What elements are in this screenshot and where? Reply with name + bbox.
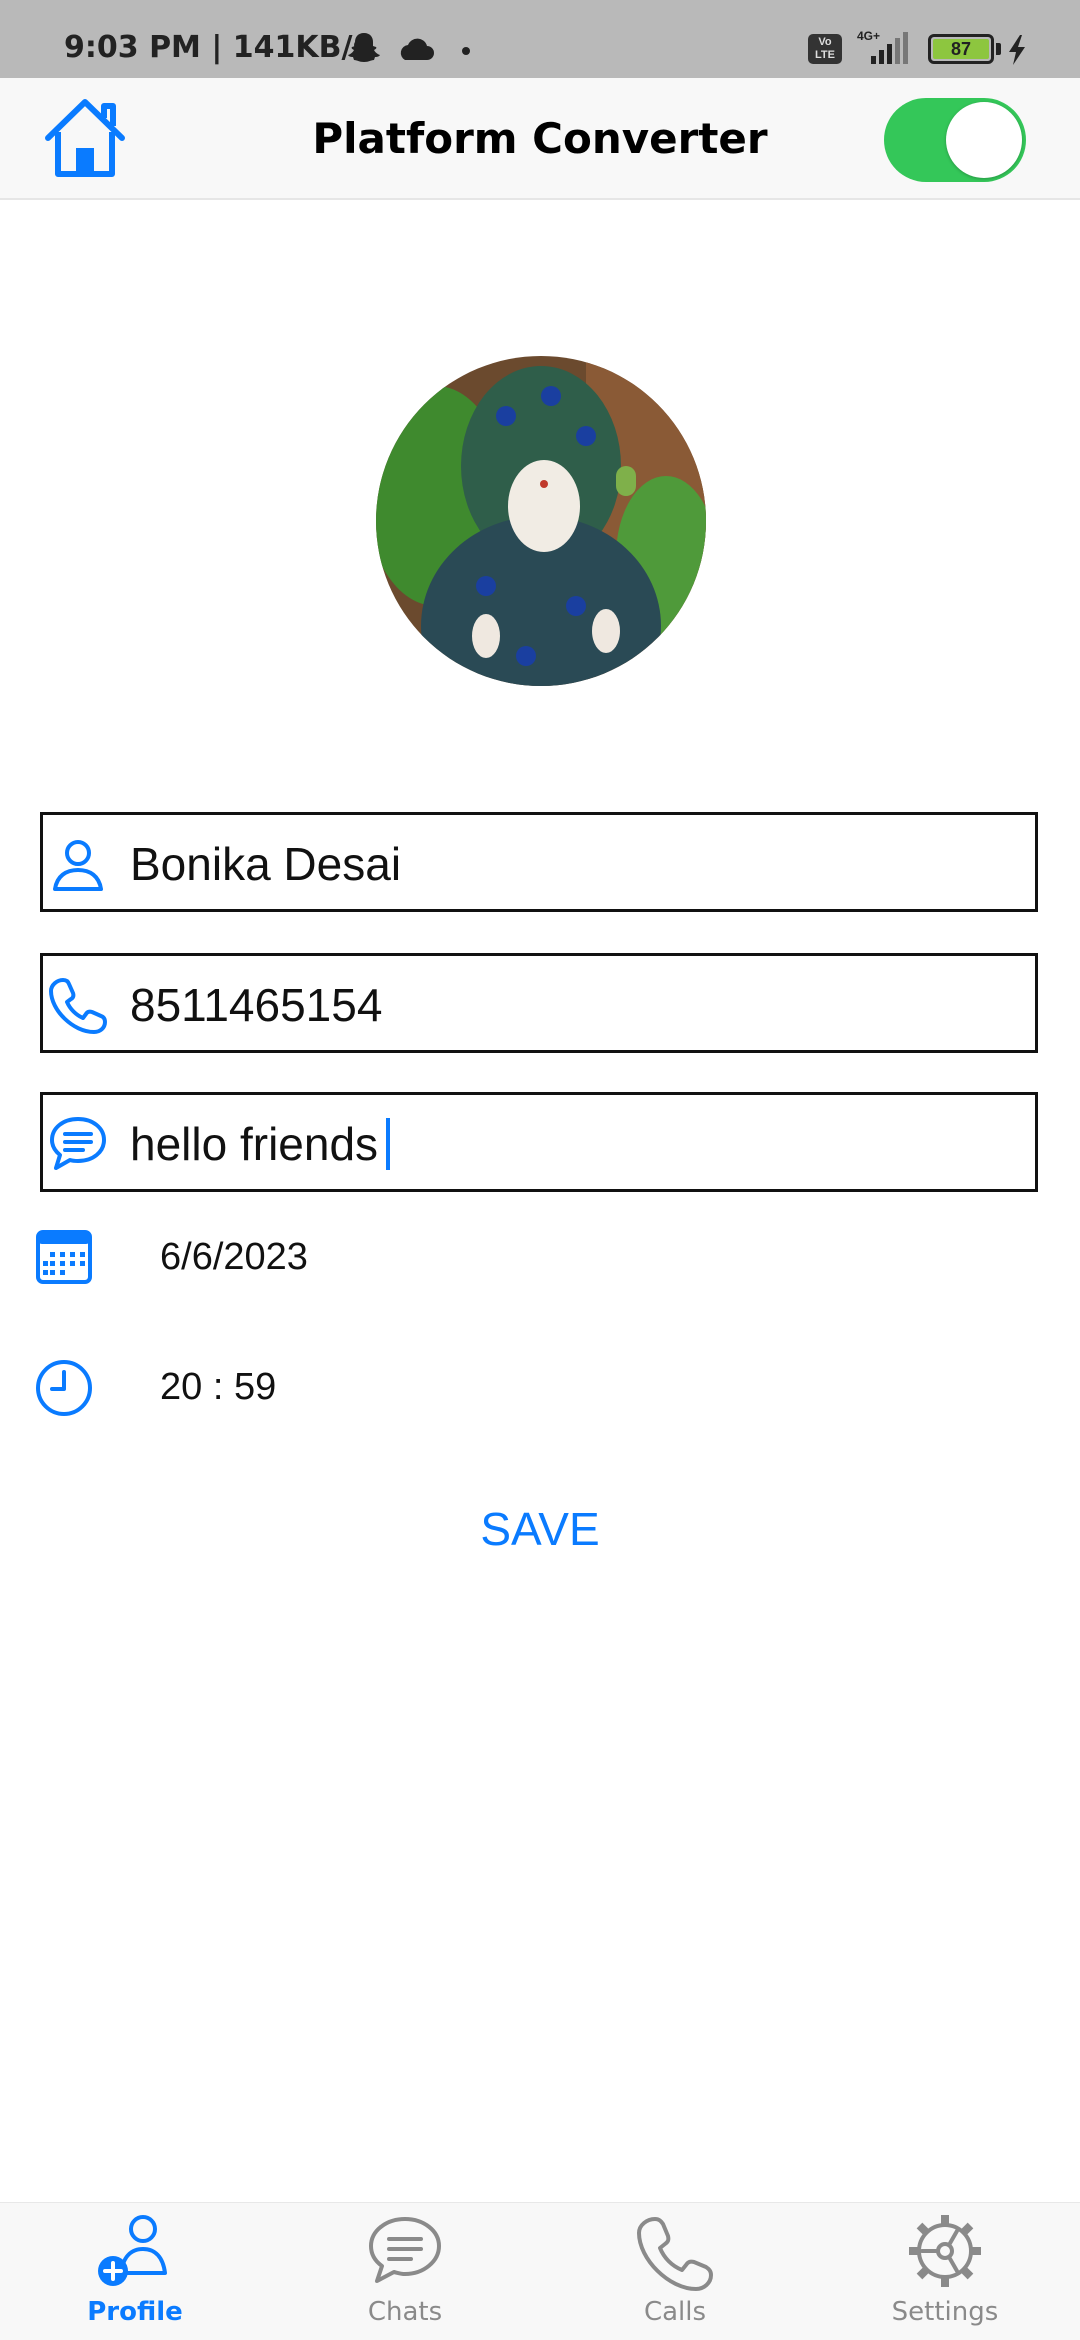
platform-toggle[interactable]	[884, 98, 1026, 182]
tab-calls-label: Calls	[643, 2297, 707, 2327]
message-text: hello friends	[130, 1118, 379, 1170]
phone-input[interactable]: 8511465154	[130, 978, 382, 1032]
clock-icon[interactable]	[34, 1358, 94, 1418]
message-input[interactable]: hello friends	[130, 1117, 391, 1171]
phone-field[interactable]: 8511465154	[40, 953, 1038, 1053]
bottom-nav: Profile Chats Calls Settings	[0, 2202, 1080, 2340]
avatar-image	[376, 356, 706, 686]
tab-settings[interactable]: Settings	[810, 2203, 1080, 2340]
profile-avatar[interactable]	[376, 356, 706, 686]
battery-cap	[996, 43, 1001, 55]
person-icon	[53, 840, 103, 891]
tab-settings-label: Settings	[891, 2297, 999, 2327]
date-value[interactable]: 6/6/2023	[160, 1236, 308, 1279]
battery-level: 87	[933, 39, 989, 59]
network-type: 4G+	[857, 29, 880, 43]
chat-bubble-icon	[369, 2217, 441, 2283]
app-bar: Platform Converter	[0, 78, 1080, 200]
cloud-icon	[400, 38, 434, 60]
tab-profile[interactable]: Profile	[0, 2203, 270, 2340]
status-time-speed: 9:03 PM | 141KB/s	[64, 30, 371, 65]
message-field[interactable]: hello friends	[40, 1092, 1038, 1192]
text-caret	[386, 1118, 391, 1170]
calendar-icon[interactable]	[34, 1228, 94, 1288]
add-person-icon	[98, 2215, 167, 2286]
battery-icon: 87	[928, 34, 994, 64]
tab-calls[interactable]: Calls	[540, 2203, 810, 2340]
phone-icon	[637, 2217, 713, 2291]
name-input[interactable]: Bonika Desai	[130, 837, 401, 891]
tab-chats-label: Chats	[367, 2297, 443, 2327]
chat-icon	[50, 1117, 106, 1170]
volte-icon: Vo LTE	[808, 34, 842, 64]
save-button[interactable]: SAVE	[440, 1494, 640, 1564]
tab-chats[interactable]: Chats	[270, 2203, 540, 2340]
time-value[interactable]: 20 : 59	[160, 1366, 276, 1409]
signal-icon: 4G+	[857, 29, 908, 64]
name-field[interactable]: Bonika Desai	[40, 812, 1038, 912]
toggle-knob	[946, 102, 1022, 178]
phone-icon	[49, 978, 107, 1034]
status-bar: 9:03 PM | 141KB/s Vo LTE 4G+ 87	[0, 0, 1080, 78]
tab-profile-label: Profile	[87, 2297, 183, 2327]
settings-gear-icon	[909, 2215, 981, 2287]
notification-dot	[462, 47, 470, 55]
charging-icon	[1009, 35, 1025, 65]
snapchat-icon	[348, 33, 380, 62]
